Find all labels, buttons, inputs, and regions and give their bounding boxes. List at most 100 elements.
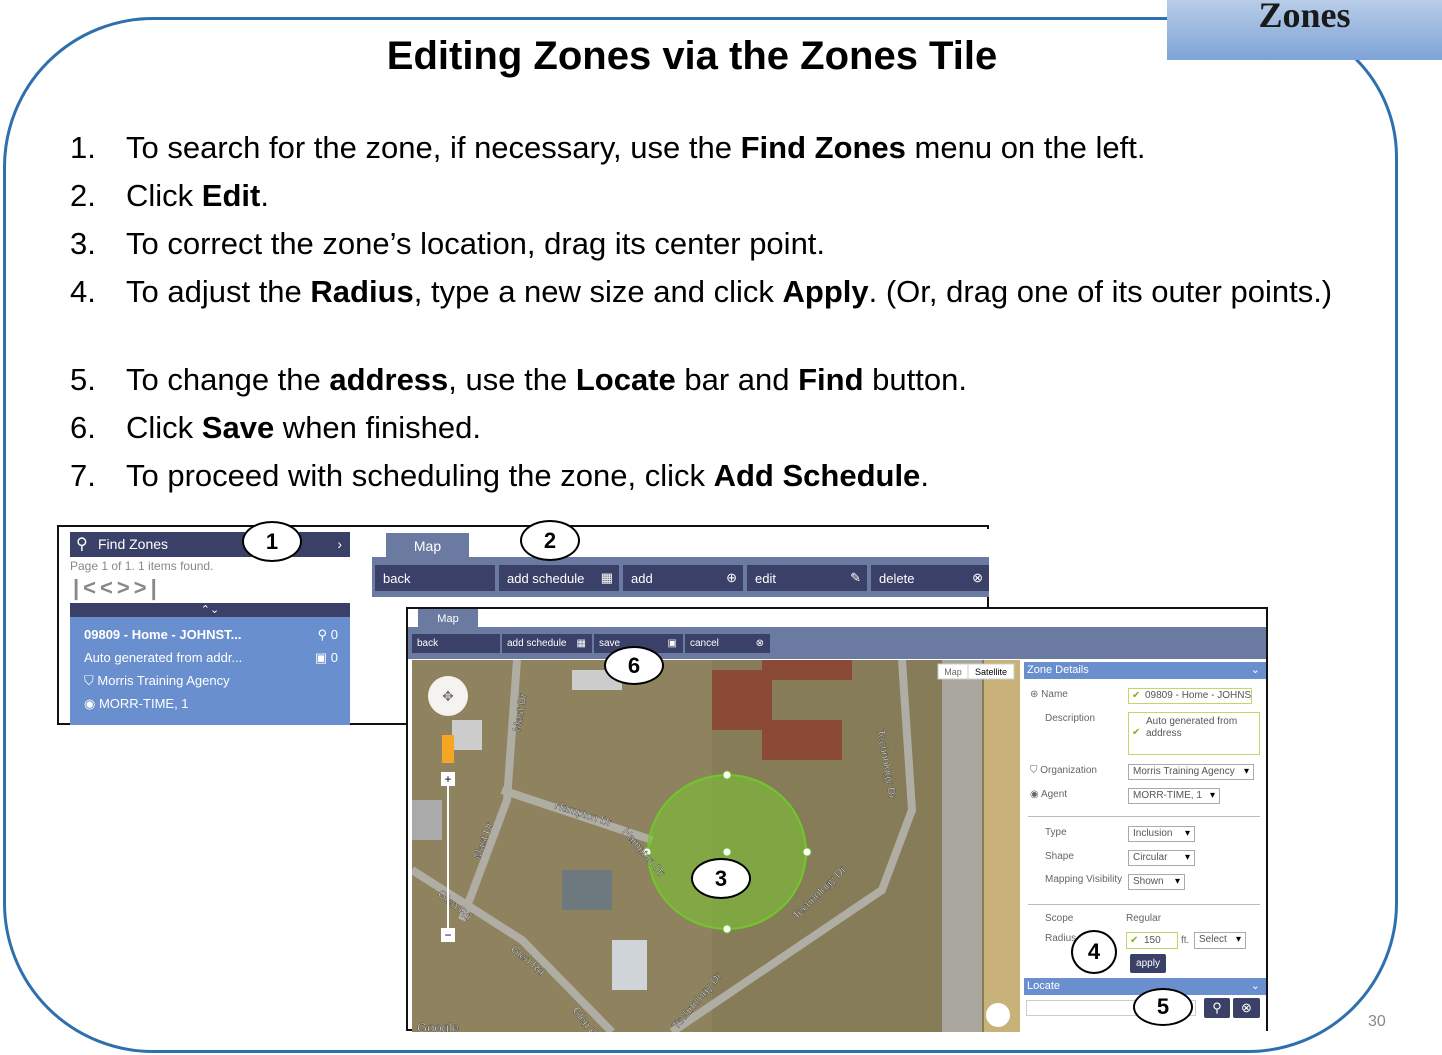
apply-button[interactable]: apply	[1130, 954, 1166, 973]
floppy-disk-icon: ▣	[667, 638, 677, 649]
pencil-icon: ✎	[850, 570, 861, 585]
people-count: ▣ 0	[314, 650, 338, 665]
svg-text:✥: ✥	[442, 688, 454, 704]
step-number: 1.	[70, 130, 96, 165]
edit-button[interactable]: edit ✎	[747, 565, 867, 591]
step-emphasis: Locate	[575, 362, 676, 397]
ruler-icon	[986, 1003, 1010, 1027]
shield-icon: ⛉	[84, 673, 94, 688]
page-info: Page 1 of 1. 1 items found.	[70, 559, 214, 573]
zone-details-panel: Zone Details ⌄ ⊛ Name ✔ 09809 - Home - JOH…	[1020, 660, 1266, 1031]
button-label: edit	[755, 570, 776, 586]
divider	[1028, 904, 1260, 905]
plus-circle-icon: ⊕	[726, 570, 737, 585]
step-emphasis: Apply	[782, 274, 869, 309]
radius-input[interactable]: ✔ 150	[1126, 932, 1178, 949]
mapping-visibility-select[interactable]: Shown	[1128, 874, 1185, 890]
find-zones-header[interactable]: ⚲ Find Zones ›	[70, 532, 350, 557]
street-view-pegman	[442, 735, 454, 763]
tab-map[interactable]: Map	[418, 609, 478, 629]
button-label: add schedule	[507, 638, 567, 649]
delete-button[interactable]: delete ⊗	[871, 565, 989, 591]
step-emphasis: Add Schedule	[713, 458, 921, 493]
add-button[interactable]: add ⊕	[623, 565, 743, 591]
map-view[interactable]: Mast Dr Mast Dr Hampton Dr Hampton Dr Te…	[412, 660, 1020, 1032]
zone-description: Auto generated from addr...	[84, 650, 243, 665]
description-label: Description	[1045, 713, 1096, 724]
zone-name: 09809 - Home - JOHNST...	[84, 627, 242, 642]
button-label: save	[599, 638, 621, 649]
first-page-icon[interactable]: |<	[73, 575, 100, 600]
description-input[interactable]: ✔ Auto generated from address	[1128, 712, 1260, 755]
step-emphasis: Save	[201, 410, 275, 445]
svg-text:−: −	[444, 928, 451, 942]
button-label: back	[417, 638, 439, 649]
zone-organization: ⛉ Morris Training Agency	[84, 673, 230, 688]
svg-text:Satellite: Satellite	[975, 667, 1007, 677]
step-fragment: To proceed with scheduling the zone, cli…	[126, 458, 714, 493]
step-fragment: button.	[863, 362, 967, 397]
organization-select[interactable]: Morris Training Agency	[1128, 764, 1254, 780]
step-fragment: bar and	[675, 362, 799, 397]
step-emphasis: Radius	[310, 274, 414, 309]
step-emphasis: Find Zones	[740, 130, 906, 165]
search-icon: ⚲	[1212, 1000, 1222, 1015]
svg-text:Map: Map	[944, 667, 962, 677]
last-page-icon[interactable]: >|	[134, 575, 161, 600]
google-logo: Google	[417, 1020, 459, 1032]
button-label: add	[631, 570, 653, 586]
radius-unit: ft.	[1181, 935, 1190, 946]
step-fragment: , type a new size and click	[413, 274, 783, 309]
close-circle-icon: ⊗	[755, 638, 764, 649]
zone-agent: ◉ MORR-TIME, 1	[84, 696, 189, 711]
step-fragment: when finished.	[274, 410, 481, 445]
zone-details-header[interactable]: Zone Details ⌄	[1024, 662, 1266, 679]
clear-locate-button[interactable]: ⊗	[1233, 998, 1260, 1018]
callout-2: 2	[520, 520, 580, 561]
step-text: To proceed with scheduling the zone, cli…	[126, 456, 1346, 496]
step-text: Click Edit.	[126, 176, 1346, 216]
radius-handle-right	[802, 847, 812, 857]
step-fragment: To adjust the	[126, 274, 311, 309]
page-number: 30	[1368, 1013, 1386, 1030]
name-input[interactable]: ✔ 09809 - Home - JOHNS	[1128, 688, 1252, 704]
agent-label: ◉ Agent	[1030, 789, 1068, 800]
callout-5: 5	[1133, 988, 1193, 1026]
calendar-icon: ▦	[576, 638, 586, 649]
back-button[interactable]: back	[412, 634, 500, 653]
agent-select[interactable]: MORR-TIME, 1	[1128, 788, 1220, 804]
scope-value: Regular	[1126, 913, 1162, 924]
next-page-icon[interactable]: >	[117, 575, 134, 600]
step-fragment: .	[260, 178, 269, 213]
step-number: 5.	[70, 362, 96, 397]
radius-handle-top	[722, 770, 732, 780]
button-label: back	[383, 570, 411, 586]
radius-unit-select[interactable]: Select	[1194, 932, 1246, 949]
prev-page-icon[interactable]: <	[100, 575, 117, 600]
close-circle-icon: ⊗	[1241, 1000, 1252, 1015]
step-emphasis: address	[329, 362, 449, 397]
eye-icon: ◉	[84, 696, 96, 711]
collapse-toggle[interactable]: ⌃⌄	[70, 603, 350, 617]
tab-map[interactable]: Map	[386, 533, 469, 559]
shape-label: Shape	[1045, 851, 1074, 862]
step-text: To change the address, use the Locate ba…	[126, 360, 1346, 400]
radius-label: Radius	[1045, 933, 1077, 944]
pager[interactable]: |<<>>|	[73, 575, 161, 601]
shape-select[interactable]: Circular	[1128, 850, 1195, 866]
type-label: Type	[1045, 827, 1067, 838]
callout-6: 6	[604, 646, 664, 685]
step-fragment: Click	[126, 410, 202, 445]
name-label: ⊛ Name	[1030, 689, 1068, 700]
add-schedule-button[interactable]: add schedule ▦	[499, 565, 619, 591]
type-select[interactable]: Inclusion	[1128, 826, 1195, 842]
step-fragment: Click	[126, 178, 202, 213]
cancel-button[interactable]: cancel ⊗	[685, 634, 770, 653]
back-button[interactable]: back	[375, 565, 495, 591]
add-schedule-button[interactable]: add schedule ▦	[502, 634, 592, 653]
zone-list-item[interactable]: 09809 - Home - JOHNST... ⚲ 0 Auto genera…	[70, 617, 350, 725]
step-text: Click Save when finished.	[126, 408, 1346, 448]
screenshot-zone-edit: Map back add schedule ▦ save ▣ cancel ⊗ Mast D…	[406, 607, 1268, 1032]
organization-label: ⛉ Organization	[1030, 765, 1097, 776]
find-button[interactable]: ⚲	[1204, 998, 1230, 1018]
